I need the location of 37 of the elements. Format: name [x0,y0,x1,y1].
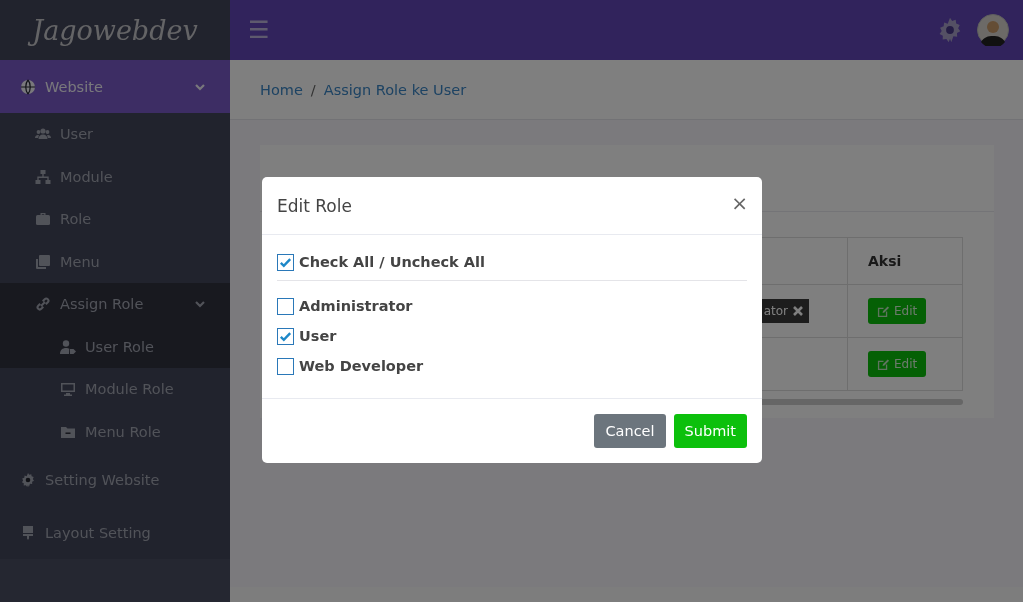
breadcrumb-link[interactable]: Assign Role ke User [323,81,467,98]
cancel-button[interactable]: Cancel [594,414,666,448]
checkbox[interactable] [277,297,294,315]
checkbox[interactable] [277,327,294,345]
brush-icon [20,524,36,541]
breadcrumb-link[interactable]: Home [260,81,303,98]
checkbox[interactable] [277,253,294,271]
brand-logo[interactable]: Jagowebdev [0,0,230,60]
remove-icon[interactable] [792,305,804,317]
cog-icon [20,471,36,488]
edit-icon [877,304,890,318]
role-checkbox[interactable]: Web Developer [277,351,747,381]
dialog-title: Edit Role [277,195,352,216]
menu-button[interactable]: ☰ [248,18,270,42]
sidebar-item[interactable]: User Role [0,325,230,368]
briefcase-icon [35,211,51,228]
sidebar-item[interactable]: Website [0,60,230,113]
check-all-checkbox[interactable]: Check All / Uncheck All [277,250,747,274]
column-header: Aksi [847,237,963,285]
clone-icon [35,253,51,270]
breadcrumb-separator: / [310,81,316,98]
edit-icon [877,357,890,371]
role-checkbox[interactable]: Administrator [277,291,747,321]
tag-label: ator [763,304,788,318]
role-checkbox[interactable]: User [277,321,747,351]
close-button[interactable]: × [731,192,748,213]
submit-button[interactable]: Submit [673,414,747,448]
sidebar-item[interactable]: Assign Role [0,283,230,326]
avatar[interactable] [977,14,1009,46]
checkbox[interactable] [277,357,294,375]
globe-icon [20,78,36,95]
edit-button[interactable]: Edit [868,298,927,324]
edit-button[interactable]: Edit [868,351,927,377]
link-icon [35,296,51,313]
desktop-icon [60,381,76,398]
user-tag-icon [60,338,76,355]
sitemap-icon [35,168,51,185]
